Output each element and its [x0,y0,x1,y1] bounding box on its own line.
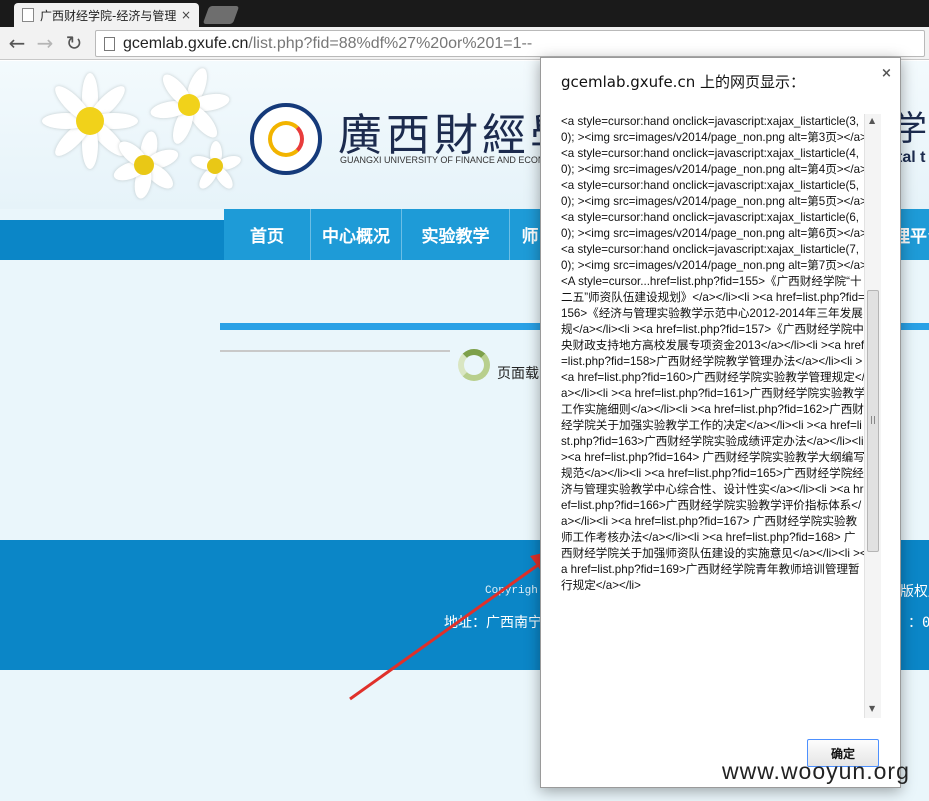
loading-spinner-icon [458,349,490,381]
tab-title: 广西财经学院-经济与管理 [40,8,177,23]
nav-item-teaching[interactable]: 实验教学 [402,209,510,260]
new-tab-button[interactable] [202,6,240,24]
nav-item-home[interactable]: 首页 [224,209,311,260]
scroll-up-icon[interactable]: ▲ [869,116,875,125]
header-subtitle-fragment: tal t [897,149,926,166]
browser-tab[interactable]: 广西财经学院-经济与管理 × [14,3,199,27]
url-text[interactable]: gcemlab.gxufe.cn/list.php?fid=88%df%27%2… [123,35,532,53]
footer-copyright: Copyrigh [485,585,538,597]
dialog-close-icon[interactable]: × [881,66,892,81]
reload-icon[interactable]: ↻ [63,31,85,55]
dialog-title: gcemlab.gxufe.cn 上的网页显示： [561,73,805,91]
loading-text: 页面载 [497,366,539,382]
forward-icon[interactable]: → [34,31,56,55]
tab-close-icon[interactable]: × [181,8,191,22]
school-logo[interactable] [250,103,322,175]
divider [220,350,450,352]
school-name-en: GUANGXI UNIVERSITY OF FINANCE AND ECONOM… [340,155,574,165]
page-icon [104,36,115,51]
footer-address-right: ：07 [908,615,929,631]
page-icon [22,8,34,22]
watermark: www.wooyun.org [722,758,910,784]
browser-toolbar: ← → ↻ gcemlab.gxufe.cn/list.php?fid=88%d… [0,27,929,60]
alert-dialog: gcemlab.gxufe.cn 上的网页显示： × <a style=curs… [540,57,901,788]
scroll-thumb[interactable] [867,290,879,552]
browser-tab-strip: 广西财经学院-经济与管理 × [0,0,929,27]
dialog-message: <a style=cursor:hand onclick=javascript:… [561,115,867,592]
back-icon[interactable]: ← [6,31,28,55]
address-bar[interactable]: gcemlab.gxufe.cn/list.php?fid=88%df%27%2… [95,30,925,57]
url-host: gcemlab.gxufe.cn [123,34,249,52]
dialog-message-area: <a style=cursor:hand onclick=javascript:… [561,114,867,718]
url-path: /list.php?fid=88%df%27%20or%201=1-- [248,34,533,52]
footer-copyright-right: 版权所 [900,584,929,600]
scroll-down-icon[interactable]: ▼ [869,704,875,713]
nav-item-about[interactable]: 中心概况 [311,209,402,260]
dialog-scrollbar[interactable]: ▲ ▼ [864,114,881,718]
footer-address: 地址：广西南宁 [444,615,542,631]
